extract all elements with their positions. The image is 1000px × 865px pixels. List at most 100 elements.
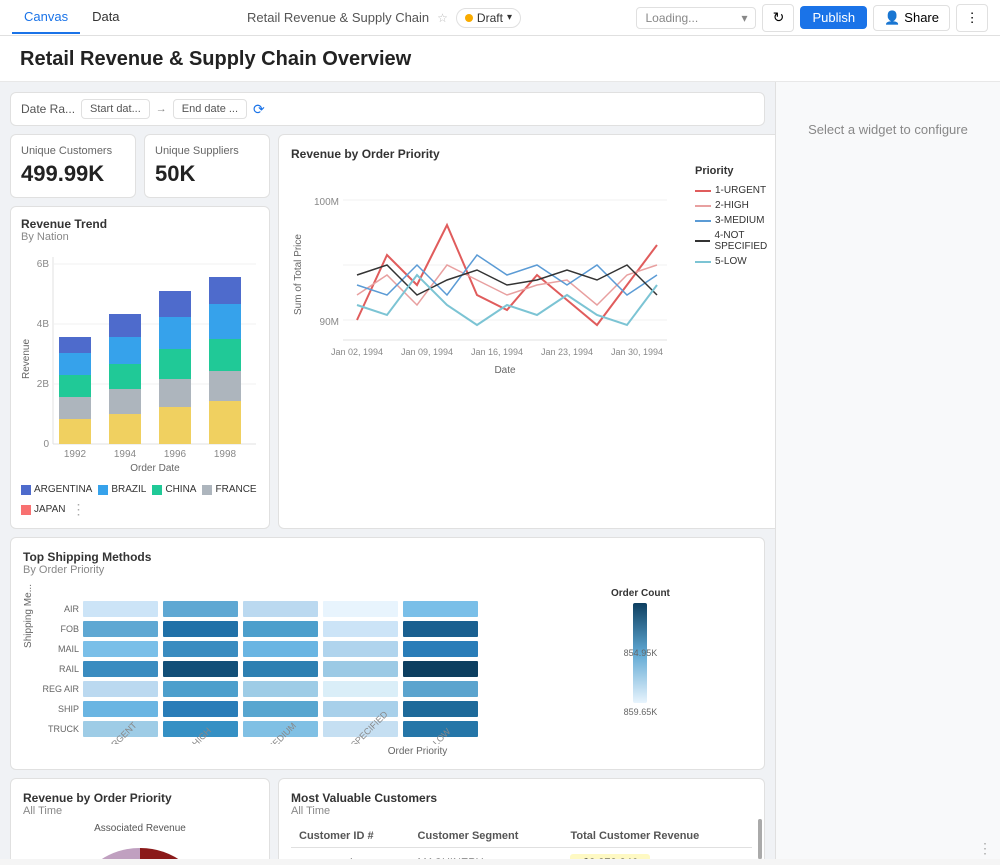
svg-text:Jan 30, 1994: Jan 30, 1994 — [611, 347, 663, 357]
heatmap-legend-max: 859.65K — [624, 707, 658, 717]
donut-title: Revenue by Order Priority — [23, 791, 257, 805]
nation-argentina-label: ARGENTINA — [34, 484, 92, 495]
svg-text:Order Date: Order Date — [130, 463, 180, 474]
heatmap-title: Top Shipping Methods — [23, 550, 752, 564]
nation-france-label: FRANCE — [215, 484, 256, 495]
loading-select[interactable]: Loading... ▾ — [636, 7, 756, 29]
share-button[interactable]: 👤 Share — [873, 5, 950, 31]
line-chart-card: Revenue by Order Priority Sum of Total P… — [278, 134, 775, 529]
filter-refresh-icon[interactable]: ⟳ — [253, 101, 265, 118]
svg-text:100M: 100M — [314, 197, 339, 208]
donut-center-label: Associated Revenue — [94, 823, 186, 834]
donut-subtitle: All Time — [23, 805, 257, 817]
nation-brazil-label: BRAZIL — [111, 484, 146, 495]
revenue-trend-title: Revenue Trend — [21, 217, 259, 231]
draft-badge[interactable]: Draft ▾ — [456, 8, 521, 28]
nation-china-label: CHINA — [165, 484, 196, 495]
heatmap-legend-title: Order Count — [611, 588, 670, 599]
tab-data[interactable]: Data — [80, 1, 131, 34]
heatmap-svg: AIR FOB MAIL RAIL REG AIR SHIP TRUCK — [41, 584, 601, 744]
draft-status-dot — [465, 14, 473, 22]
donut-chart-card: Revenue by Order Priority All Time Assoc… — [10, 778, 270, 859]
svg-text:SHIP: SHIP — [58, 704, 79, 714]
heatmap-legend-min: 854.95K — [624, 648, 658, 658]
nation-japan-label: JAPAN — [34, 504, 66, 515]
customers-title: Most Valuable Customers — [291, 791, 752, 805]
svg-text:6B: 6B — [37, 259, 50, 270]
share-label: Share — [904, 10, 939, 25]
svg-text:Jan 23, 1994: Jan 23, 1994 — [541, 347, 593, 357]
priority-3-label: 3-MEDIUM — [715, 215, 764, 226]
customers-table-card: Most Valuable Customers All Time Custome… — [278, 778, 765, 859]
svg-text:AIR: AIR — [64, 604, 80, 614]
svg-text:Jan 16, 1994: Jan 16, 1994 — [471, 347, 523, 357]
bar-chart-svg: 6B 4B 2B 0 — [21, 249, 261, 479]
svg-text:1998: 1998 — [214, 449, 237, 460]
priority-4-label: 4-NOT SPECIFIED — [714, 230, 775, 252]
svg-text:TRUCK: TRUCK — [48, 724, 79, 734]
svg-text:90M: 90M — [320, 317, 339, 328]
line-chart-title: Revenue by Order Priority — [291, 147, 775, 161]
filter-label: Date Ra... — [21, 102, 75, 116]
svg-text:1994: 1994 — [114, 449, 137, 460]
draft-status-label: Draft — [477, 11, 503, 25]
refresh-button[interactable]: ↻ — [762, 4, 794, 32]
dashboard-title: Retail Revenue & Supply Chain — [247, 10, 429, 25]
svg-text:Date: Date — [494, 365, 516, 376]
heatmap-subtitle: By Order Priority — [23, 564, 752, 576]
donut-svg: 20.14% 19.76% 20.03% 20.09% 19.98% — [55, 838, 225, 859]
svg-text:0: 0 — [43, 439, 49, 450]
star-icon[interactable]: ☆ — [437, 11, 448, 25]
page-title: Retail Revenue & Supply Chain Overview — [20, 48, 980, 71]
draft-chevron-icon: ▾ — [507, 12, 512, 23]
tab-canvas[interactable]: Canvas — [12, 1, 80, 34]
svg-text:REG AIR: REG AIR — [42, 684, 79, 694]
svg-text:4B: 4B — [37, 319, 50, 330]
svg-text:1996: 1996 — [164, 449, 187, 460]
customers-subtitle: All Time — [291, 805, 752, 817]
segment-machinery: MACHINERY — [410, 848, 563, 860]
legend-scroll-icon[interactable]: ⋮ — [72, 501, 86, 518]
right-config-panel: Select a widget to configure — [775, 82, 1000, 859]
unique-customers-label: Unique Customers — [21, 145, 125, 157]
publish-button[interactable]: Publish — [800, 6, 867, 29]
revenue-trend-card: Revenue Trend By Nation 6B 4B 2B 0 — [10, 206, 270, 529]
config-hint-text: Select a widget to configure — [808, 122, 968, 137]
priority-2-label: 2-HIGH — [715, 200, 749, 211]
filter-arrow: → — [156, 103, 167, 115]
nation-legend: ARGENTINA BRAZIL CHINA FRANCE — [21, 484, 259, 518]
priority-1-label: 1-URGENT — [715, 185, 766, 196]
col-total-revenue: Total Customer Revenue — [562, 825, 752, 848]
customer-id-4: 4 — [291, 848, 410, 860]
svg-text:Jan 09, 1994: Jan 09, 1994 — [401, 347, 453, 357]
svg-text:Revenue: Revenue — [21, 339, 32, 379]
unique-customers-card: Unique Customers 499.99K — [10, 134, 136, 198]
table-row: 4 MACHINERY $2,873,346 — [291, 848, 752, 860]
heatmap-x-axis-label: Order Priority — [23, 746, 752, 757]
unique-suppliers-label: Unique Suppliers — [155, 145, 259, 157]
filter-end-button[interactable]: End date ... — [173, 99, 247, 119]
unique-suppliers-card: Unique Suppliers 50K — [144, 134, 270, 198]
col-customer-id: Customer ID # — [291, 825, 410, 848]
priority-5-label: 5-LOW — [715, 256, 747, 267]
priority-legend-title: Priority — [695, 165, 775, 177]
svg-text:2B: 2B — [37, 379, 50, 390]
unique-suppliers-value: 50K — [155, 161, 259, 187]
loading-chevron-icon: ▾ — [741, 11, 747, 25]
svg-text:MAIL: MAIL — [58, 644, 79, 654]
unique-customers-value: 499.99K — [21, 161, 125, 187]
heatmap-card: Top Shipping Methods By Order Priority S… — [10, 537, 765, 770]
line-chart-svg: 100M 90M — [307, 165, 687, 385]
svg-text:Jan 02, 1994: Jan 02, 1994 — [331, 347, 383, 357]
more-button[interactable]: ⋮ — [956, 4, 988, 32]
svg-text:1992: 1992 — [64, 449, 87, 460]
svg-text:RAIL: RAIL — [59, 664, 79, 674]
svg-text:FOB: FOB — [60, 624, 79, 634]
customers-data-table: Customer ID # Customer Segment Total Cus… — [291, 825, 752, 859]
revenue-trend-subtitle: By Nation — [21, 231, 259, 243]
share-icon: 👤 — [884, 10, 900, 26]
loading-text: Loading... — [645, 11, 698, 25]
filter-row: Date Ra... Start dat... → End date ... ⟳ — [10, 92, 765, 126]
revenue-4: $2,873,346 — [562, 848, 752, 860]
filter-start-button[interactable]: Start dat... — [81, 99, 150, 119]
